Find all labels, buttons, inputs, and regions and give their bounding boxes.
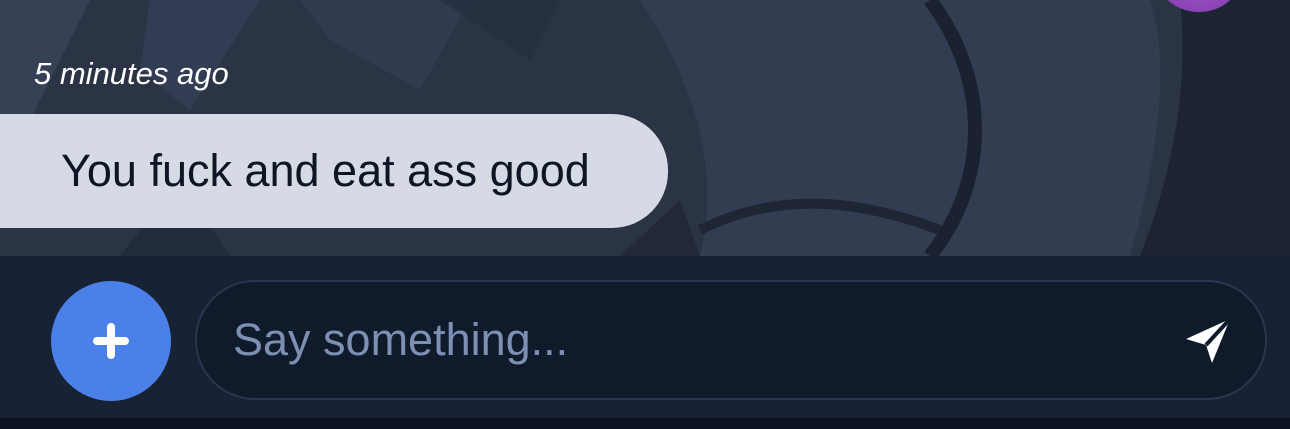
message-input[interactable]: Say something... — [195, 280, 1267, 400]
message-input-placeholder: Say something... — [233, 314, 569, 365]
send-button[interactable] — [1181, 314, 1235, 368]
add-attachment-button[interactable] — [51, 281, 171, 401]
message-text: You fuck and eat ass good — [61, 145, 590, 196]
paper-plane-send-icon — [1186, 317, 1232, 363]
chat-area[interactable]: 5 minutes ago You fuck and eat ass good — [0, 0, 1290, 256]
message-timestamp: 5 minutes ago — [34, 56, 229, 91]
plus-icon — [93, 323, 129, 359]
message-bubble-incoming[interactable]: You fuck and eat ass good — [0, 114, 668, 228]
screen-bottom-edge — [0, 418, 1290, 429]
